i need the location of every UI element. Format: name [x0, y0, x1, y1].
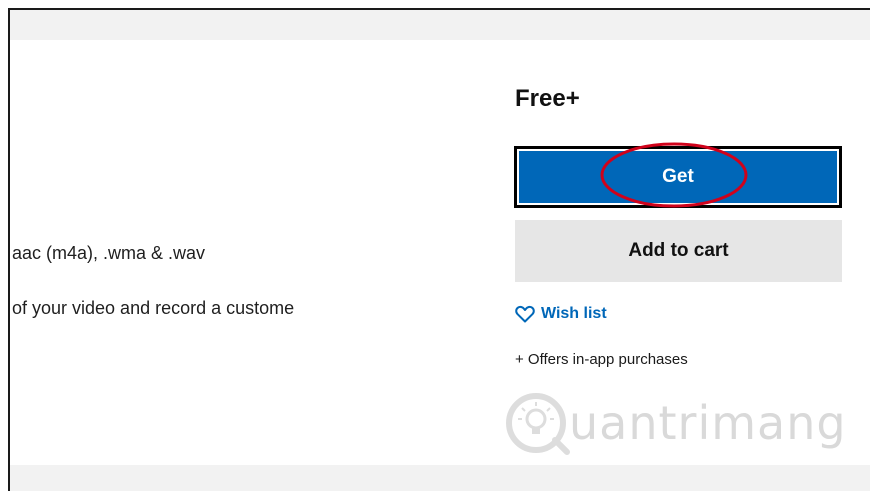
- lightbulb-logo-icon: [506, 393, 570, 455]
- get-button-label: Get: [662, 166, 694, 187]
- add-to-cart-label: Add to cart: [628, 240, 729, 261]
- price-label: Free+: [515, 85, 580, 112]
- get-button[interactable]: Get: [514, 146, 842, 208]
- add-to-cart-button[interactable]: Add to cart: [515, 220, 842, 282]
- store-page-frame: aac (m4a), .wma & .wav of your video and…: [0, 0, 870, 491]
- frame-border-left: [8, 8, 10, 491]
- watermark-text: uantrimang: [569, 396, 847, 450]
- description-line-record: of your video and record a custome: [12, 298, 295, 318]
- wishlist-link[interactable]: Wish list: [515, 305, 607, 323]
- watermark: uantrimang: [503, 386, 846, 461]
- in-app-purchases-note: + Offers in-app purchases: [515, 351, 688, 368]
- description-line-formats: aac (m4a), .wma & .wav: [12, 243, 206, 263]
- bottom-band: [10, 465, 870, 491]
- frame-border-top: [8, 8, 870, 10]
- top-band: [10, 10, 870, 40]
- heart-outline-icon: [515, 305, 535, 323]
- wishlist-label: Wish list: [541, 305, 607, 322]
